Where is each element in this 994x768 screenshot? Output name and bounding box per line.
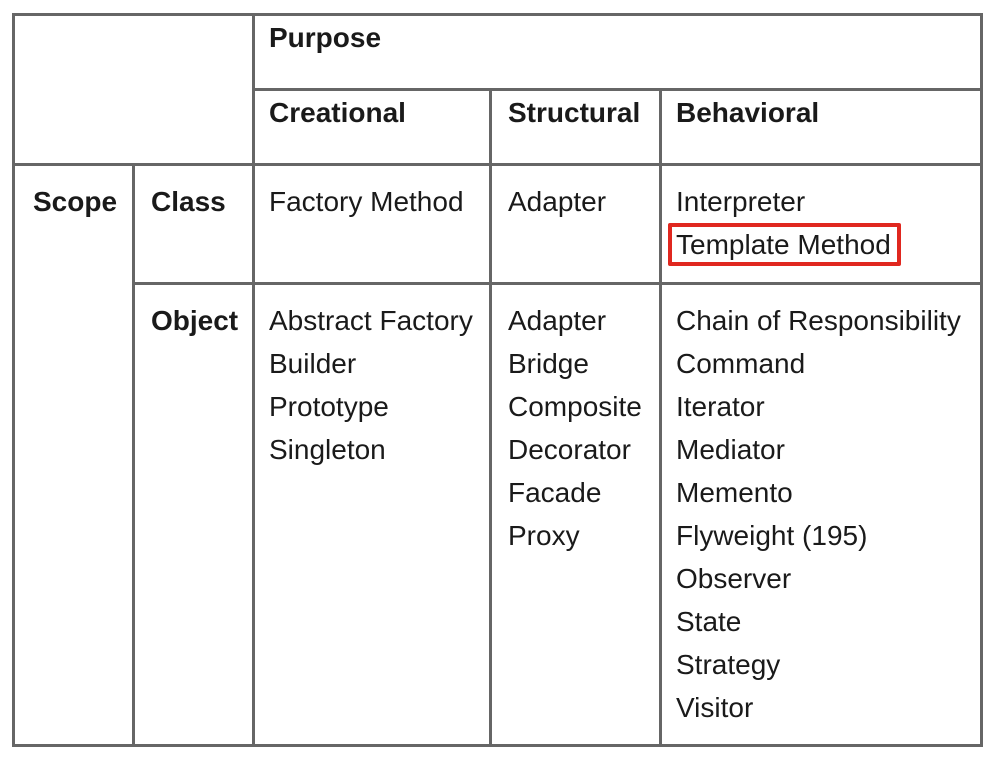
pattern-item: Bridge xyxy=(508,348,589,379)
structural-header-cell: Structural xyxy=(489,88,662,166)
pattern-item: Command xyxy=(676,348,806,379)
object-behavioral-cell: Chain of Responsibility Command Iterator… xyxy=(658,282,984,747)
class-label-cell: Class xyxy=(132,163,255,285)
structural-header: Structural xyxy=(508,97,641,128)
object-structural-cell: Adapter Bridge Composite Decorator Facad… xyxy=(489,282,662,747)
scope-label: Scope xyxy=(33,186,118,217)
pattern-item: Factory Method xyxy=(269,186,464,217)
object-creational-cell: Abstract Factory Builder Prototype Singl… xyxy=(252,282,492,747)
creational-header-cell: Creational xyxy=(252,88,492,166)
pattern-item: Singleton xyxy=(269,434,386,465)
pattern-item: Proxy xyxy=(508,520,580,551)
pattern-item: Abstract Factory xyxy=(269,305,473,336)
class-scope-row: Scope Class Factory Method Adapter Inter… xyxy=(12,163,984,747)
pattern-item: Prototype xyxy=(269,391,389,422)
purpose-header: Purpose xyxy=(269,22,382,53)
class-structural-list: Adapter xyxy=(492,166,659,223)
page: Purpose Creational Structural Behavioral… xyxy=(0,0,994,768)
class-label: Class xyxy=(151,186,226,217)
pattern-item: Chain of Responsibility xyxy=(676,305,961,336)
pattern-item: Visitor xyxy=(676,692,754,723)
behavioral-header-cell: Behavioral xyxy=(658,88,984,166)
pattern-item: State xyxy=(676,606,742,637)
class-creational-cell: Factory Method xyxy=(252,163,492,285)
pattern-item: Decorator xyxy=(508,434,631,465)
object-label: Object xyxy=(151,305,239,336)
class-structural-cell: Adapter xyxy=(489,163,662,285)
pattern-item: Observer xyxy=(676,563,792,594)
object-structural-list: Adapter Bridge Composite Decorator Facad… xyxy=(492,285,659,557)
pattern-item: Iterator xyxy=(676,391,765,422)
pattern-item: Strategy xyxy=(676,649,781,680)
pattern-item: Interpreter xyxy=(676,186,806,217)
pattern-item: Memento xyxy=(676,477,793,508)
creational-header: Creational xyxy=(269,97,406,128)
pattern-item: Adapter xyxy=(508,186,607,217)
pattern-item: Mediator xyxy=(676,434,785,465)
highlighted-item-wrapper: Template Method xyxy=(668,223,980,266)
object-behavioral-list: Chain of Responsibility Command Iterator… xyxy=(662,285,980,729)
object-scope-row: Object Abstract Factory Builder Prototyp… xyxy=(14,282,984,747)
pattern-item: Composite xyxy=(508,391,642,422)
purpose-header-cell: Purpose xyxy=(251,13,984,91)
object-creational-list: Abstract Factory Builder Prototype Singl… xyxy=(255,285,489,471)
design-patterns-table: Purpose Creational Structural Behavioral… xyxy=(12,13,984,747)
pattern-item: Adapter xyxy=(508,305,607,336)
corner-empty-cell xyxy=(12,13,255,166)
behavioral-header: Behavioral xyxy=(676,97,820,128)
class-behavioral-cell: Interpreter Template Method xyxy=(658,163,984,285)
highlighted-pattern-item: Template Method xyxy=(668,223,901,266)
class-creational-list: Factory Method xyxy=(255,166,489,223)
pattern-item: Builder xyxy=(269,348,357,379)
pattern-item: Flyweight (195) xyxy=(676,520,868,551)
purpose-header-row: Purpose xyxy=(12,13,984,166)
class-behavioral-list: Interpreter Template Method xyxy=(662,166,980,266)
pattern-item: Facade xyxy=(508,477,602,508)
object-label-cell: Object xyxy=(132,282,255,747)
scope-cell: Scope xyxy=(12,163,135,747)
